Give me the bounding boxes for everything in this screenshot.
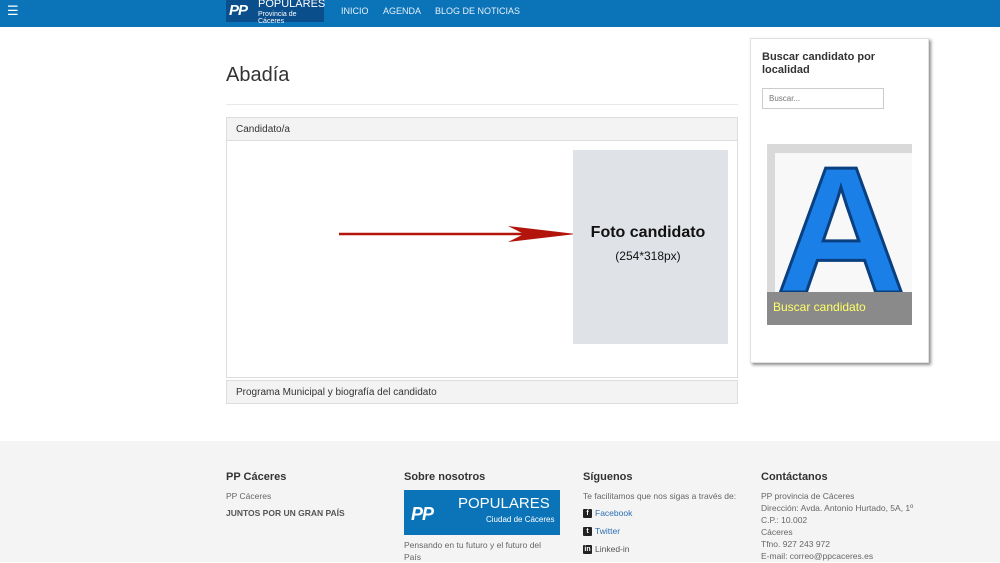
menu-icon[interactable]: ☰: [7, 4, 19, 17]
contact-email[interactable]: E-mail: correo@ppcaceres.es: [761, 550, 913, 562]
contact-line: Cáceres: [761, 527, 793, 537]
footer-heading: Síguenos: [583, 471, 633, 483]
banner-caption: Buscar candidato: [767, 292, 912, 325]
footer-heading: Sobre nosotros: [404, 471, 486, 483]
banner-caption-text: Buscar candidato: [773, 300, 866, 314]
photo-size: (254*318px): [615, 249, 681, 263]
logo-pp: PP: [229, 2, 248, 19]
contact-line: Dirección: Avda. Antonio Hurtado, 5A, 1º: [761, 503, 914, 513]
site-logo[interactable]: PP POPULARES Provincia de Cáceres: [226, 0, 326, 25]
banner-pp: PP: [411, 504, 434, 524]
photo-title: Foto candidato: [590, 224, 706, 241]
footer-text: Pensando en tu futuro y el futuro del: [404, 540, 542, 550]
facebook-label: Facebook: [595, 508, 633, 518]
linkedin-label: Linked-in: [595, 544, 630, 554]
candidate-panel-header[interactable]: Candidato/a: [226, 117, 738, 141]
footer-text: Te facilitamos que nos sigas a través de…: [583, 491, 737, 501]
footer-heading: PP Cáceres: [226, 471, 287, 483]
footer-col-pp-caceres: PP Cáceres PP Cáceres JUNTOS POR UN GRAN…: [226, 471, 345, 518]
title-divider: [226, 104, 738, 105]
linkedin-icon: in: [583, 544, 592, 554]
footer-heading: Contáctanos: [761, 471, 828, 483]
logo-subtitle: Provincia de Cáceres: [258, 11, 297, 25]
contact-line: C.P.: 10.002: [761, 515, 808, 525]
footer-col-contact: Contáctanos PP provincia de Cáceres Dire…: [761, 471, 913, 562]
search-candidate-banner[interactable]: A Buscar candidato: [767, 144, 912, 325]
arrow-icon: [339, 226, 576, 242]
logo-title: POPULARES: [258, 0, 326, 10]
facebook-link[interactable]: f Facebook: [583, 504, 736, 522]
candidate-photo-placeholder: Foto candidato (254*318px): [573, 150, 728, 344]
footer-col-follow: Síguenos Te facilitamos que nos sigas a …: [583, 471, 736, 558]
footer-text[interactable]: PP Cáceres: [226, 490, 345, 502]
sidebar-title: Buscar candidato por localidad: [762, 51, 876, 76]
footer: PP Cáceres PP Cáceres JUNTOS POR UN GRAN…: [0, 441, 1000, 562]
twitter-label: Twitter: [595, 526, 621, 536]
linkedin-link[interactable]: in Linked-in: [583, 540, 736, 558]
banner-title: POPULARES: [458, 495, 550, 512]
footer-slogan: JUNTOS POR UN GRAN PAÍS: [226, 508, 345, 518]
nav-blog-de-noticias[interactable]: BLOG DE NOTICIAS: [435, 6, 520, 16]
banner-subtitle: Ciudad de Cáceres: [486, 515, 555, 524]
footer-col-about: Sobre nosotros PP POPULARES Ciudad de Cá…: [404, 471, 560, 563]
twitter-icon: t: [583, 526, 592, 536]
program-panel-header[interactable]: Programa Municipal y biografía del candi…: [226, 380, 738, 404]
footer-text: País: [404, 552, 422, 562]
nav-inicio[interactable]: INICIO: [341, 6, 369, 16]
nav-agenda[interactable]: AGENDA: [383, 6, 421, 16]
contact-line: PP provincia de Cáceres: [761, 491, 855, 501]
page-title: Abadía: [226, 64, 290, 86]
contact-line: Tfno. 927 243 972: [761, 539, 831, 549]
sidebar: Buscar candidato por localidad A Buscar …: [750, 38, 929, 363]
search-input[interactable]: [762, 88, 884, 109]
populares-banner[interactable]: PP POPULARES Ciudad de Cáceres: [404, 490, 560, 535]
top-navbar: ☰ PP POPULARES Provincia de Cáceres INIC…: [0, 0, 1000, 27]
facebook-icon: f: [583, 508, 592, 518]
twitter-link[interactable]: t Twitter: [583, 522, 736, 540]
